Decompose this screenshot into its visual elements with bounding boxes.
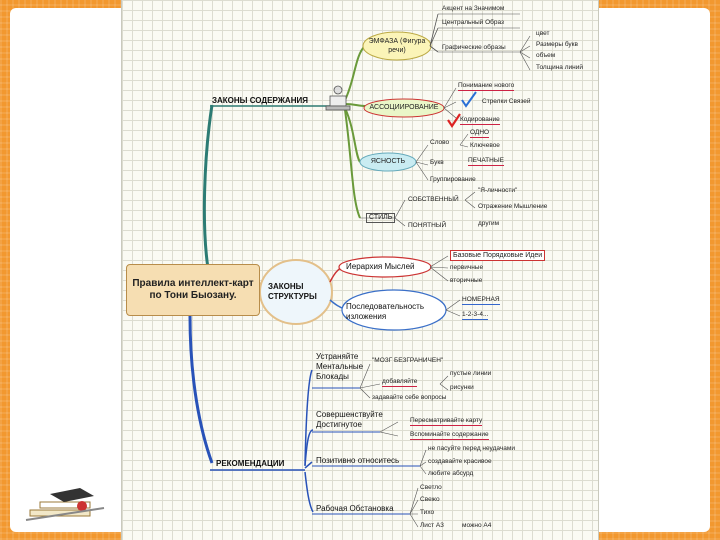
workplace-item: Светло <box>420 484 442 491</box>
clarity-item: Группирование <box>430 176 476 183</box>
association-node: АССОЦИИРОВАНИЕ <box>369 104 439 111</box>
hierarchy-item: первичные <box>450 264 484 271</box>
word-item: Ключевое <box>470 142 500 149</box>
improve-item: Пересматривайте карту <box>410 417 483 426</box>
association-item: Стрелки Связей <box>482 98 531 105</box>
letters-item: ПЕЧАТНЫЕ <box>468 157 504 166</box>
positive-item: создавайте красивое <box>428 458 492 465</box>
branch-structure: ЗАКОНЫ СТРУКТУРЫ <box>268 282 317 301</box>
branch-line-recommend <box>188 315 214 464</box>
workplace-item: Тихо <box>420 509 435 516</box>
workplace-item: Свежо <box>420 496 440 503</box>
graduation-clipart-icon <box>25 488 105 521</box>
own-item: "Я-личности" <box>478 187 518 194</box>
improve-item: Вспоминайте содержание <box>410 431 489 440</box>
blocks-item: "МОЗГ БЕЗГРАНИЧЕН" <box>372 357 444 364</box>
association-item: Понимание нового <box>458 82 515 91</box>
clarity-node: ЯСНОСТЬ <box>370 158 406 165</box>
clarity-item: Слово <box>430 139 450 146</box>
blocks-item: задавайте себе вопросы <box>372 394 447 401</box>
style-item: ПОНЯТНЫЙ <box>408 222 447 229</box>
blocks-node: Устраняйте Ментальные Блокады <box>316 352 364 381</box>
graphics-item: Размеры букв <box>536 41 578 48</box>
graphics-item: цвет <box>536 30 550 37</box>
positive-item: любите абсурд <box>428 470 474 477</box>
a3-item: можно А4 <box>462 522 492 529</box>
emphasis-item: Центральный Образ <box>442 19 505 26</box>
positive-item: не пасуйте перед неудачами <box>428 445 515 452</box>
clarity-item: Букв <box>430 159 444 166</box>
style-node: СТИЛЬ <box>366 213 396 223</box>
clear-item: другим <box>478 220 500 227</box>
branch-line-content <box>202 104 214 281</box>
emphasis-item: Акцент на Значимом <box>442 5 505 12</box>
emphasis-node: ЭМФАЗА (Фигура речи) <box>368 38 426 54</box>
add-item: рисунки <box>450 384 474 391</box>
positive-node: Позитивно относитесь <box>316 456 400 465</box>
blocks-item: добавляйте <box>382 378 418 387</box>
own-item: Отражение Мышление <box>478 203 548 210</box>
hierarchy-item: Базовые Порядковые Идеи <box>450 250 546 261</box>
branch-content: ЗАКОНЫ СОДЕРЖАНИЯ <box>212 96 308 105</box>
branch-recommend: РЕКОМЕНДАЦИИ <box>216 459 285 468</box>
improve-node: Совершенствуйте Достигнутое <box>316 410 383 429</box>
red-check-icon <box>447 113 461 128</box>
graphics-item: объем <box>536 52 556 59</box>
word-item: ОДНО <box>470 129 490 138</box>
center-title-text: Правила интеллект-карт по Тони Быозану. <box>132 278 254 301</box>
sequence-item: НОМЕРНАЯ <box>462 296 500 305</box>
association-item: Кодирование <box>460 116 500 125</box>
sequence-item: 1-2-3-4... <box>462 311 489 320</box>
graphics-item: Толщина линий <box>536 64 583 71</box>
hierarchy-node: Иерархия Мыслей <box>346 262 415 271</box>
style-item: СОБСТВЕННЫЙ <box>408 196 459 203</box>
blue-check-icon <box>461 91 477 108</box>
workplace-node: Рабочая Обстановка <box>316 504 394 513</box>
center-topic: Правила интеллект-карт по Тони Быозану. <box>126 264 260 316</box>
person-desk-icon <box>325 85 351 111</box>
hierarchy-item: вторичные <box>450 277 483 284</box>
workplace-item: Лист А3 <box>420 522 444 529</box>
emphasis-item: Графические образы <box>442 44 506 51</box>
sequence-node: Последовательность изложения <box>346 302 424 321</box>
add-item: пустые линии <box>450 370 492 377</box>
